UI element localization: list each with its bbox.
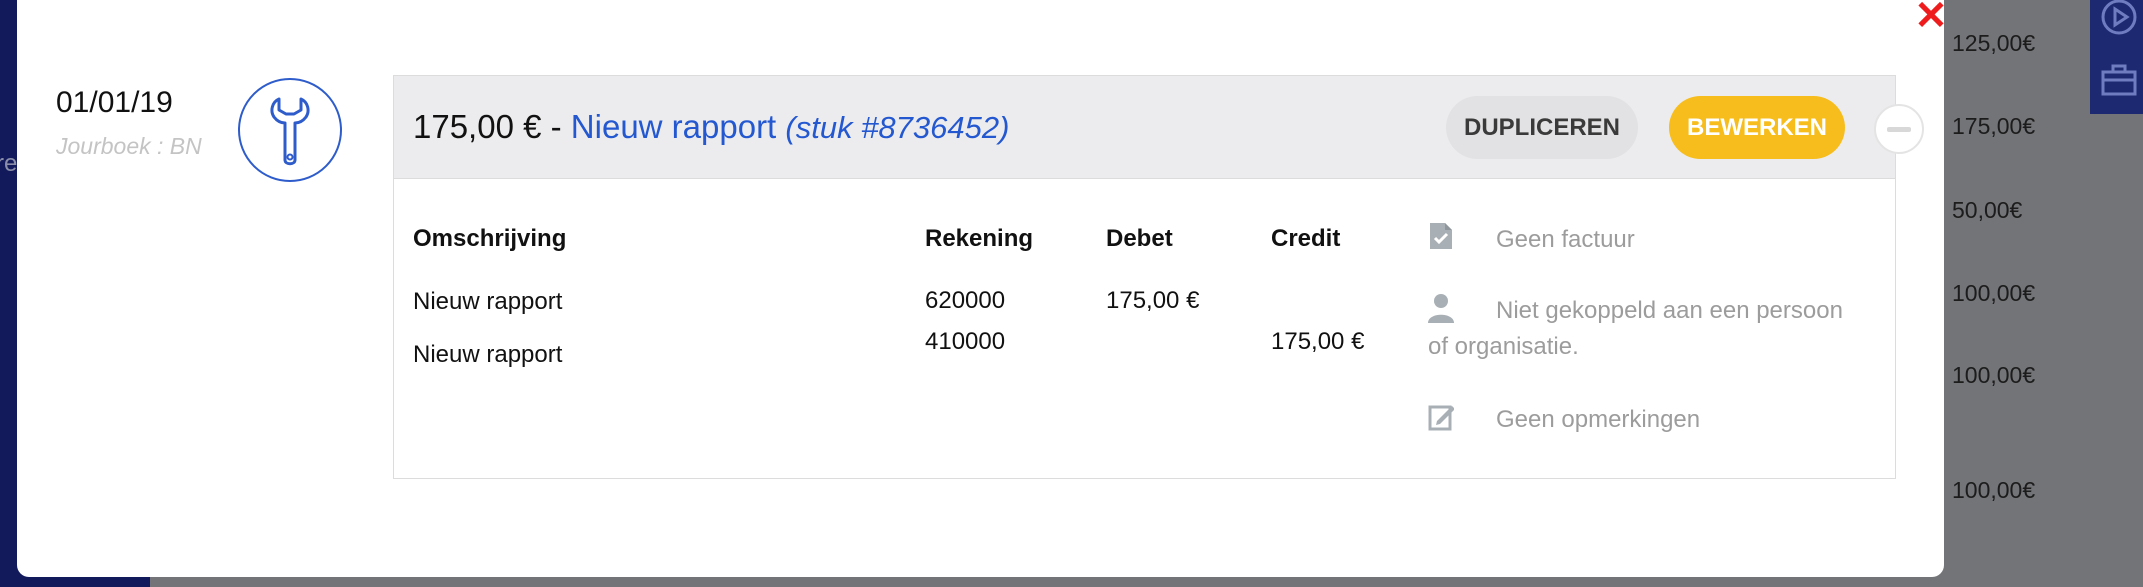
column-header-debit: Debet <box>1106 225 1173 252</box>
duplicate-button[interactable]: DUPLICEREN <box>1446 96 1638 159</box>
column-header-credit: Credit <box>1271 225 1341 252</box>
close-icon[interactable]: ✕ <box>1911 0 1951 36</box>
collapse-icon[interactable] <box>1874 104 1924 154</box>
row-debit: 175,00 € <box>1106 287 1200 314</box>
background-partial-text: re <box>0 150 18 177</box>
entry-card-header: 175,00 € - Nieuw rapport (stuk #8736452)… <box>394 76 1924 179</box>
row-credit: 175,00 € <box>1271 328 1365 355</box>
entry-title-link[interactable]: Nieuw rapport <box>571 108 776 145</box>
column-header-description: Omschrijving <box>413 225 567 252</box>
entry-type-badge <box>238 78 342 182</box>
play-circle-icon <box>2101 0 2137 35</box>
toolbox-icon <box>2101 64 2137 96</box>
background-amount: 100,00€ <box>1952 280 2036 306</box>
row-description: Nieuw rapport <box>413 288 563 315</box>
background-amount: 100,00€ <box>1952 477 2036 503</box>
entry-date: 01/01/19 <box>56 86 173 119</box>
row-account: 620000 <box>925 287 1006 314</box>
link-status: Niet gekoppeld aan een persoon of organi… <box>1428 297 1843 360</box>
edit-note-icon <box>1428 405 1454 431</box>
entry-title: 175,00 € - Nieuw rapport (stuk #8736452) <box>413 108 1009 146</box>
background-amount: 175,00€ <box>1952 113 2036 139</box>
background-amount: 100,00€ <box>1952 362 2036 388</box>
column-header-account: Rekening <box>925 225 1034 252</box>
edit-button[interactable]: BEWERKEN <box>1669 96 1845 159</box>
row-account: 410000 <box>925 328 1006 355</box>
invoice-status: Geen factuur <box>1496 226 1635 253</box>
remarks-status: Geen opmerkingen <box>1496 406 1701 433</box>
entry-detail-modal: ✕ 01/01/19 Jourboek : BN 175,00 € - Nieu… <box>17 0 1948 577</box>
document-check-icon <box>1430 223 1452 249</box>
background-amount: 50,00€ <box>1952 197 2023 223</box>
entry-card: 175,00 € - Nieuw rapport (stuk #8736452)… <box>393 75 1924 479</box>
background-amount: 125,00€ <box>1952 30 2036 56</box>
title-separator: - <box>541 108 571 145</box>
row-description: Nieuw rapport <box>413 341 563 368</box>
wrench-icon <box>270 97 310 166</box>
entry-amount: 175,00 € <box>413 108 542 145</box>
entry-piece-number: (stuk #8736452) <box>785 110 1010 145</box>
entry-journal: Jourboek : BN <box>56 133 202 159</box>
